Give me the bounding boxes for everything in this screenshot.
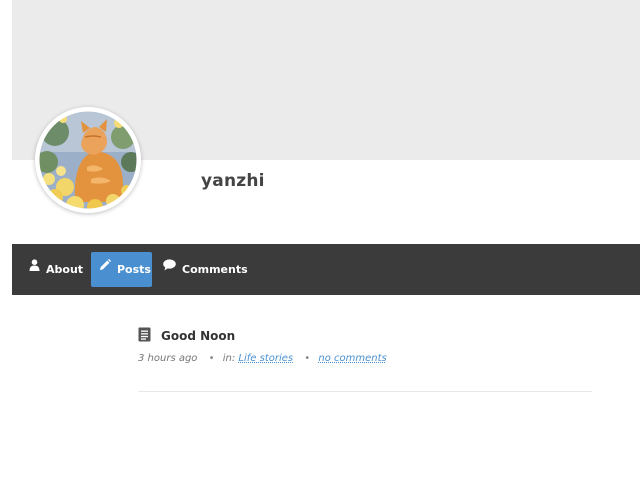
- post-time: 3 hours ago: [138, 353, 198, 364]
- tab-comments[interactable]: Comments: [163, 252, 248, 287]
- left-margin: [0, 0, 12, 480]
- pencil-icon: [99, 259, 111, 274]
- post-header: Good Noon: [138, 325, 592, 347]
- post-category-link[interactable]: Life stories: [238, 353, 293, 364]
- post-title[interactable]: Good Noon: [161, 329, 235, 343]
- post-meta: 3 hours ago • in: Life stories • no comm…: [138, 353, 592, 364]
- profile-nav: About Posts Comments: [12, 244, 640, 295]
- document-icon: [138, 327, 151, 346]
- avatar[interactable]: [35, 107, 141, 213]
- post-category-prefix: in:: [222, 353, 236, 364]
- tab-posts-label: Posts: [117, 263, 151, 276]
- cat-avatar-image: [35, 107, 141, 213]
- user-icon: [29, 259, 40, 274]
- post-comments-link[interactable]: no comments: [318, 353, 386, 364]
- speech-bubble-icon: [163, 259, 176, 274]
- tab-about-label: About: [46, 263, 84, 276]
- tab-about[interactable]: About: [29, 252, 83, 287]
- meta-separator: •: [304, 353, 311, 364]
- profile-page: yanzhi About Posts Comments Good Noon 3 …: [0, 0, 640, 480]
- tab-comments-label: Comments: [182, 263, 248, 276]
- post-divider: [138, 391, 592, 392]
- post-entry: Good Noon 3 hours ago • in: Life stories…: [138, 325, 592, 364]
- tab-posts[interactable]: Posts: [91, 252, 152, 287]
- username: yanzhi: [201, 171, 265, 191]
- meta-separator: •: [208, 353, 215, 364]
